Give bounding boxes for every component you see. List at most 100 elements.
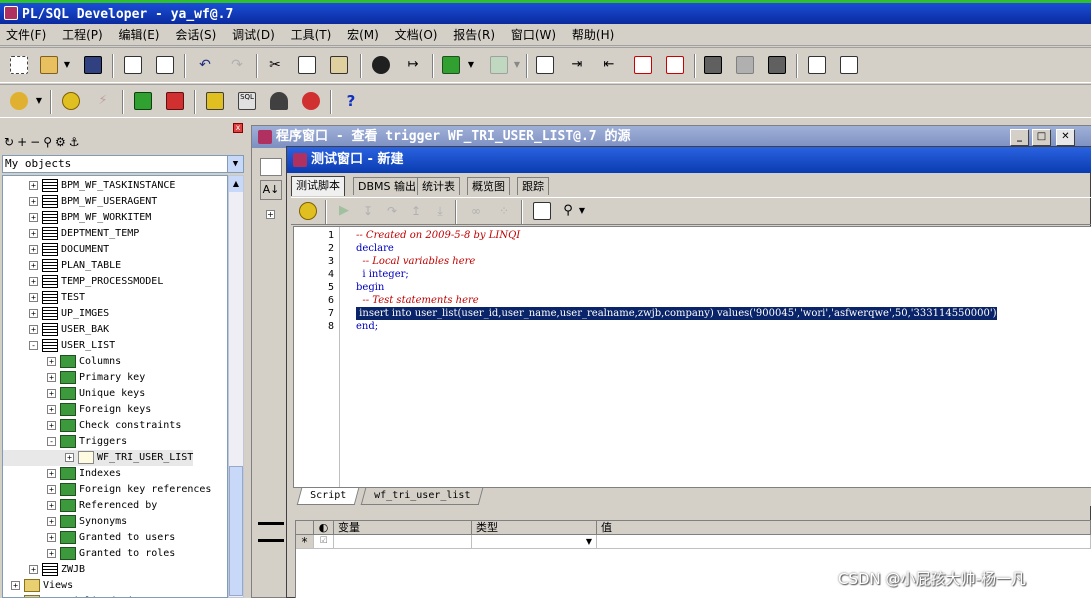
menu-file[interactable]: 文件(F) — [0, 24, 52, 46]
tree-item[interactable]: + PLAN_TABLE — [3, 258, 121, 274]
expand-icon[interactable]: + — [47, 388, 56, 398]
tab-dbms-output[interactable]: DBMS 输出 — [353, 177, 421, 195]
db-session-icon[interactable] — [704, 56, 722, 74]
tree-item[interactable]: + ZWJB — [3, 562, 85, 578]
tree-item[interactable]: + Foreign keys — [3, 402, 151, 418]
refresh-icon[interactable]: ↻ — [4, 135, 17, 149]
tree-item[interactable]: + DOCUMENT — [3, 242, 109, 258]
sql-icon[interactable]: SQL — [238, 92, 256, 110]
expand-icon[interactable]: + — [47, 404, 56, 414]
expand-icon[interactable]: + — [11, 580, 20, 590]
gear-icon[interactable] — [62, 92, 80, 110]
expand-icon[interactable]: + — [47, 500, 56, 510]
expand-icon[interactable]: + — [29, 180, 38, 190]
expand-icon[interactable]: + — [29, 292, 38, 302]
test-window[interactable]: 测试窗口 - 新建 测试脚本 DBMS 输出 统计表 概览图 跟踪 ▶ ↧ ↷ … — [286, 146, 1091, 598]
menu-tools[interactable]: 工具(T) — [285, 24, 338, 46]
maximize-icon[interactable]: □ — [1032, 129, 1051, 146]
expand-icon[interactable]: + — [29, 324, 38, 334]
expand-icon[interactable]: + — [47, 420, 56, 430]
explain-plan-icon[interactable] — [302, 92, 320, 110]
search-dropdown-icon[interactable]: ▼ — [577, 202, 587, 220]
sort-icon[interactable]: A↓ — [260, 180, 282, 200]
tree-item[interactable]: + BPM_WF_USERAGENT — [3, 194, 157, 210]
add-icon[interactable]: + — [17, 135, 30, 149]
import-dropdown-icon[interactable]: ▼ — [466, 56, 476, 74]
key-dropdown-icon[interactable]: ▼ — [34, 92, 44, 110]
code-line[interactable]: begin — [356, 281, 384, 294]
tree-item[interactable]: + TEMP_PROCESSMODEL — [3, 274, 163, 290]
window-list-icon[interactable] — [808, 56, 826, 74]
tree-item[interactable]: + DEPTMENT_TEMP — [3, 226, 139, 242]
comment-icon[interactable] — [634, 56, 652, 74]
code-line[interactable]: -- Created on 2009-5-8 by LINQI — [356, 229, 520, 242]
tab-test-script[interactable]: 测试脚本 — [291, 176, 345, 196]
tree-scrollbar[interactable]: ▲ — [228, 175, 244, 598]
expand-icon[interactable]: + — [47, 516, 56, 526]
tree-item[interactable]: + BPM_WF_TASKINSTANCE — [3, 178, 175, 194]
cut-icon[interactable]: ✂ — [266, 56, 284, 74]
editor-tab-trigger[interactable]: wf_tri_user_list — [360, 488, 484, 505]
sql-window-icon[interactable] — [206, 92, 224, 110]
tree-item[interactable]: + Primary key — [3, 370, 145, 386]
expand-icon[interactable]: + — [29, 564, 38, 574]
expand-icon[interactable]: + — [29, 228, 38, 238]
key-icon[interactable] — [10, 92, 28, 110]
var-name-cell[interactable] — [334, 535, 472, 549]
object-tree[interactable]: + BPM_WF_TASKINSTANCE + BPM_WF_USERAGENT + BP… — [2, 175, 228, 598]
editor-tab-script[interactable]: Script — [296, 488, 360, 505]
open-icon[interactable] — [40, 56, 58, 74]
object-filter-select[interactable]: My objects ▼ — [2, 155, 244, 173]
expand-icon[interactable]: + — [47, 532, 56, 542]
code-line[interactable]: -- Test statements here — [356, 294, 478, 307]
tree-item[interactable]: + USER_BAK — [3, 322, 109, 338]
new-icon[interactable] — [10, 56, 28, 74]
expand-icon[interactable]: + — [29, 244, 38, 254]
menu-documents[interactable]: 文档(O) — [389, 24, 444, 46]
var-value-cell[interactable] — [597, 535, 1091, 549]
remove-icon[interactable]: − — [30, 135, 43, 149]
print-preview-icon[interactable] — [156, 56, 174, 74]
tree-item[interactable]: + Granted to roles — [3, 546, 175, 562]
save-icon[interactable] — [84, 56, 102, 74]
code-line[interactable]: declare — [356, 242, 394, 255]
tree-item[interactable]: +Materialized views — [3, 594, 151, 597]
edit-trigger-icon[interactable] — [260, 158, 282, 176]
find-icon[interactable]: ⚲ — [43, 135, 55, 149]
tree-item[interactable]: + Check constraints — [3, 418, 181, 434]
collapse-icon[interactable]: - — [47, 436, 56, 446]
print-icon[interactable] — [124, 56, 142, 74]
expand-icon[interactable]: + — [29, 276, 38, 286]
menu-macro[interactable]: 宏(M) — [341, 24, 385, 46]
expand-icon[interactable]: + — [47, 468, 56, 478]
filter-icon[interactable]: ⚙ — [55, 135, 69, 149]
minimize-icon[interactable]: _ — [1010, 129, 1029, 146]
pin-icon[interactable]: ⚓ — [69, 135, 83, 149]
tree-item[interactable]: + Granted to users — [3, 530, 175, 546]
tree-item[interactable]: + TEST — [3, 290, 85, 306]
expand-icon[interactable]: + — [47, 372, 56, 382]
unindent-icon[interactable]: ⇤ — [600, 56, 618, 74]
menu-edit[interactable]: 编辑(E) — [113, 24, 166, 46]
debug-start-icon[interactable] — [299, 202, 317, 220]
tree-item[interactable]: + Unique keys — [3, 386, 145, 402]
checkbox-icon[interactable]: ☑ — [314, 535, 334, 549]
close-icon[interactable]: ✕ — [1056, 129, 1075, 146]
splitter-icon[interactable] — [258, 522, 284, 542]
expand-icon[interactable]: + — [47, 548, 56, 558]
code-line[interactable]: i integer; — [356, 268, 408, 281]
execute-script-icon[interactable] — [536, 56, 554, 74]
expand-icon[interactable]: + — [29, 308, 38, 318]
undo-icon[interactable]: ↶ — [196, 56, 214, 74]
expand-icon[interactable]: + — [47, 484, 56, 494]
tab-trace[interactable]: 跟踪 — [517, 177, 549, 195]
search-icon[interactable]: ⚲ — [559, 202, 577, 220]
tab-statistics[interactable]: 统计表 — [417, 177, 460, 195]
replace-icon[interactable]: ↦ — [404, 56, 422, 74]
scroll-thumb[interactable] — [229, 466, 243, 596]
tree-item[interactable]: + Referenced by — [3, 498, 157, 514]
expand-icon[interactable]: + — [266, 210, 275, 219]
tree-item[interactable]: - Triggers — [3, 434, 127, 450]
output-window-icon[interactable] — [533, 202, 551, 220]
expand-icon[interactable]: + — [29, 212, 38, 222]
